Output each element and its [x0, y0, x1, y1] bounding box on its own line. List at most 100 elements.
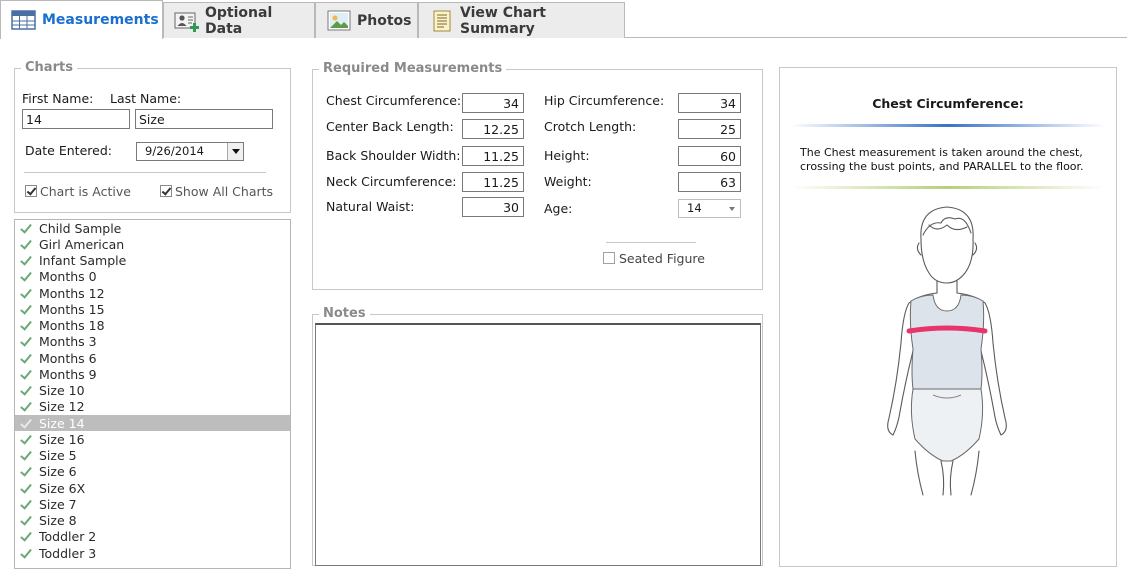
seated-figure-label: Seated Figure — [619, 251, 705, 266]
age-dropdown-button[interactable] — [724, 200, 740, 217]
date-entered-picker[interactable]: 9/26/2014 — [136, 142, 244, 161]
weight-input[interactable] — [678, 172, 741, 192]
show-all-charts-checkbox[interactable] — [160, 185, 172, 197]
natural-waist-label: Natural Waist: — [326, 199, 415, 214]
tab-label: Measurements — [42, 12, 159, 28]
checkmark-icon — [20, 451, 32, 460]
checkmark-icon — [20, 305, 32, 314]
chart-list-item-label: Size 5 — [39, 448, 77, 464]
chart-list-item[interactable]: Size 8 — [15, 513, 290, 529]
chart-list-item[interactable]: Size 14 — [15, 415, 290, 432]
checkmark-icon — [20, 467, 32, 476]
photo-icon — [326, 10, 352, 32]
chevron-down-icon — [231, 149, 240, 154]
chart-list-item[interactable]: Infant Sample — [15, 253, 290, 269]
chart-list-item-label: Size 6X — [39, 480, 86, 496]
info-title: Chest Circumference: — [872, 96, 1024, 111]
chart-list-item-label: Size 10 — [39, 383, 85, 399]
age-label: Age: — [544, 201, 573, 216]
neck-circumference-input[interactable] — [462, 172, 524, 192]
chart-list[interactable]: Child Sample Girl American Infant Sample Mo… — [14, 219, 291, 569]
chart-list-item[interactable]: Months 0 — [15, 269, 290, 285]
chart-list-item[interactable]: Size 12 — [15, 399, 290, 415]
chart-list-item-label: Size 16 — [39, 431, 85, 447]
tab-photos[interactable]: Photos — [315, 2, 418, 38]
show-all-charts-label: Show All Charts — [175, 184, 274, 199]
natural-waist-input[interactable] — [462, 197, 524, 217]
table-grid-icon — [11, 9, 37, 31]
notes-title: Notes — [319, 306, 370, 321]
checkmark-icon — [20, 419, 32, 428]
back-shoulder-width-label: Back Shoulder Width: — [326, 148, 461, 163]
chart-list-item-label: Months 12 — [39, 285, 105, 301]
chart-list-item[interactable]: Months 3 — [15, 334, 290, 350]
chart-list-item-label: Months 6 — [39, 350, 97, 366]
seated-figure-checkbox[interactable] — [603, 252, 615, 264]
chart-list-item[interactable]: Toddler 3 — [15, 545, 290, 561]
checkmark-icon — [20, 435, 32, 444]
chart-list-item-label: Size 6 — [39, 464, 77, 480]
child-figure-icon — [887, 206, 1007, 496]
chart-list-item-label: Girl American — [39, 236, 125, 252]
chart-list-item-label: Child Sample — [39, 220, 122, 236]
required-measurements-title: Required Measurements — [319, 61, 507, 76]
chart-list-item[interactable]: Toddler 2 — [15, 529, 290, 545]
info-description: The Chest measurement is taken around th… — [800, 146, 1084, 173]
first-name-input[interactable] — [22, 109, 130, 129]
chart-list-item[interactable]: Size 10 — [15, 383, 290, 399]
hip-circumference-input[interactable] — [678, 93, 741, 113]
checkmark-icon — [20, 240, 32, 249]
chart-list-item[interactable]: Months 9 — [15, 366, 290, 382]
chart-list-item-label: Size 12 — [39, 399, 85, 415]
chart-list-item[interactable]: Months 18 — [15, 318, 290, 334]
chart-list-item[interactable]: Girl American — [15, 236, 290, 252]
chart-is-active-checkbox[interactable] — [25, 185, 37, 197]
chart-list-item-label: Months 3 — [39, 334, 97, 350]
info-description-underline — [790, 186, 1105, 189]
chart-list-item[interactable]: Months 15 — [15, 301, 290, 317]
seated-divider — [606, 242, 696, 243]
calendar-dropdown-button[interactable] — [227, 143, 243, 160]
back-shoulder-width-input[interactable] — [462, 146, 524, 166]
chart-list-item[interactable]: Size 7 — [15, 496, 290, 512]
chart-list-item-label: Months 0 — [39, 269, 97, 285]
chart-list-item-label: Size 7 — [39, 496, 77, 512]
tab-label: Optional Data — [205, 4, 273, 37]
crotch-length-input[interactable] — [678, 119, 741, 139]
chart-list-item[interactable]: Size 5 — [15, 448, 290, 464]
notes-textarea[interactable] — [315, 323, 761, 566]
chart-list-item-label: Months 18 — [39, 318, 105, 334]
tab-measurements[interactable]: Measurements — [0, 0, 163, 39]
chart-list-item[interactable]: Months 6 — [15, 350, 290, 366]
checkmark-icon — [20, 549, 32, 558]
height-input[interactable] — [678, 146, 741, 166]
chevron-down-icon — [729, 206, 735, 211]
checkmark-icon — [20, 532, 32, 541]
neck-circumference-label: Neck Circumference: — [326, 174, 457, 189]
chart-list-item-label: Infant Sample — [39, 253, 127, 269]
age-dropdown[interactable]: 14 — [678, 199, 741, 218]
last-name-label: Last Name: — [110, 91, 182, 106]
chart-list-item-label: Toddler 2 — [39, 529, 97, 545]
charts-group-title: Charts — [21, 60, 77, 75]
crotch-length-label: Crotch Length: — [544, 119, 637, 134]
tab-bar: Measurements Optional Data Photos View C… — [0, 0, 1127, 39]
chart-list-item[interactable]: Child Sample — [15, 220, 290, 236]
tab-view-chart-summary[interactable]: View Chart Summary — [418, 2, 625, 38]
center-back-length-input[interactable] — [462, 119, 524, 139]
chest-circumference-input[interactable] — [462, 93, 524, 113]
info-title-underline — [790, 124, 1105, 127]
tab-optional-data[interactable]: Optional Data — [163, 2, 315, 38]
last-name-input[interactable] — [135, 109, 273, 129]
checkmark-icon — [20, 402, 32, 411]
tab-label: Photos — [357, 12, 412, 29]
tab-label: View Chart Summary — [460, 4, 546, 37]
date-entered-value: 9/26/2014 — [145, 144, 204, 158]
chart-list-item-label: Size 14 — [39, 415, 85, 431]
chart-list-item[interactable]: Size 16 — [15, 431, 290, 447]
chart-list-item[interactable]: Size 6X — [15, 480, 290, 496]
checkmark-icon — [20, 354, 32, 363]
date-entered-label: Date Entered: — [25, 143, 112, 158]
chart-list-item[interactable]: Months 12 — [15, 285, 290, 301]
chart-list-item[interactable]: Size 6 — [15, 464, 290, 480]
